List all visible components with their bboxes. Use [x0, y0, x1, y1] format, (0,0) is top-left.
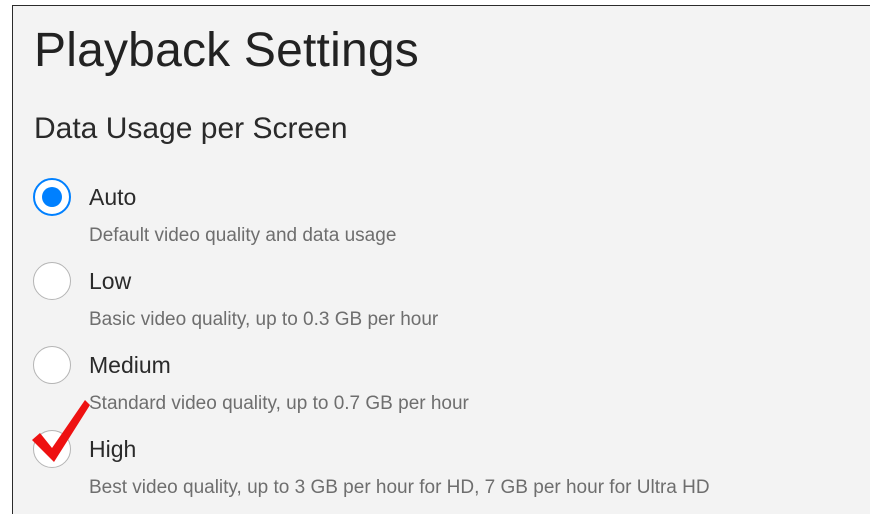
option-description-high: Best video quality, up to 3 GB per hour …	[89, 477, 710, 498]
option-label-low[interactable]: Low	[89, 266, 131, 296]
option-description-auto: Default video quality and data usage	[89, 225, 397, 246]
option-label-auto[interactable]: Auto	[89, 182, 136, 212]
section-title: Data Usage per Screen	[34, 112, 348, 145]
option-auto[interactable]: Auto Default video quality and data usag…	[33, 178, 853, 258]
option-high[interactable]: High Best video quality, up to 3 GB per …	[33, 430, 853, 510]
option-low[interactable]: Low Basic video quality, up to 0.3 GB pe…	[33, 262, 853, 342]
option-label-medium[interactable]: Medium	[89, 350, 171, 380]
option-label-high[interactable]: High	[89, 434, 136, 464]
radio-selected-dot	[42, 187, 62, 207]
playback-settings-panel: Playback Settings Data Usage per Screen …	[12, 5, 870, 514]
radio-low[interactable]	[33, 262, 71, 300]
page-title: Playback Settings	[34, 24, 419, 77]
radio-high[interactable]	[33, 430, 71, 468]
radio-medium[interactable]	[33, 346, 71, 384]
option-medium[interactable]: Medium Standard video quality, up to 0.7…	[33, 346, 853, 426]
option-description-medium: Standard video quality, up to 0.7 GB per…	[89, 393, 469, 414]
option-description-low: Basic video quality, up to 0.3 GB per ho…	[89, 309, 439, 330]
radio-auto[interactable]	[33, 178, 71, 216]
